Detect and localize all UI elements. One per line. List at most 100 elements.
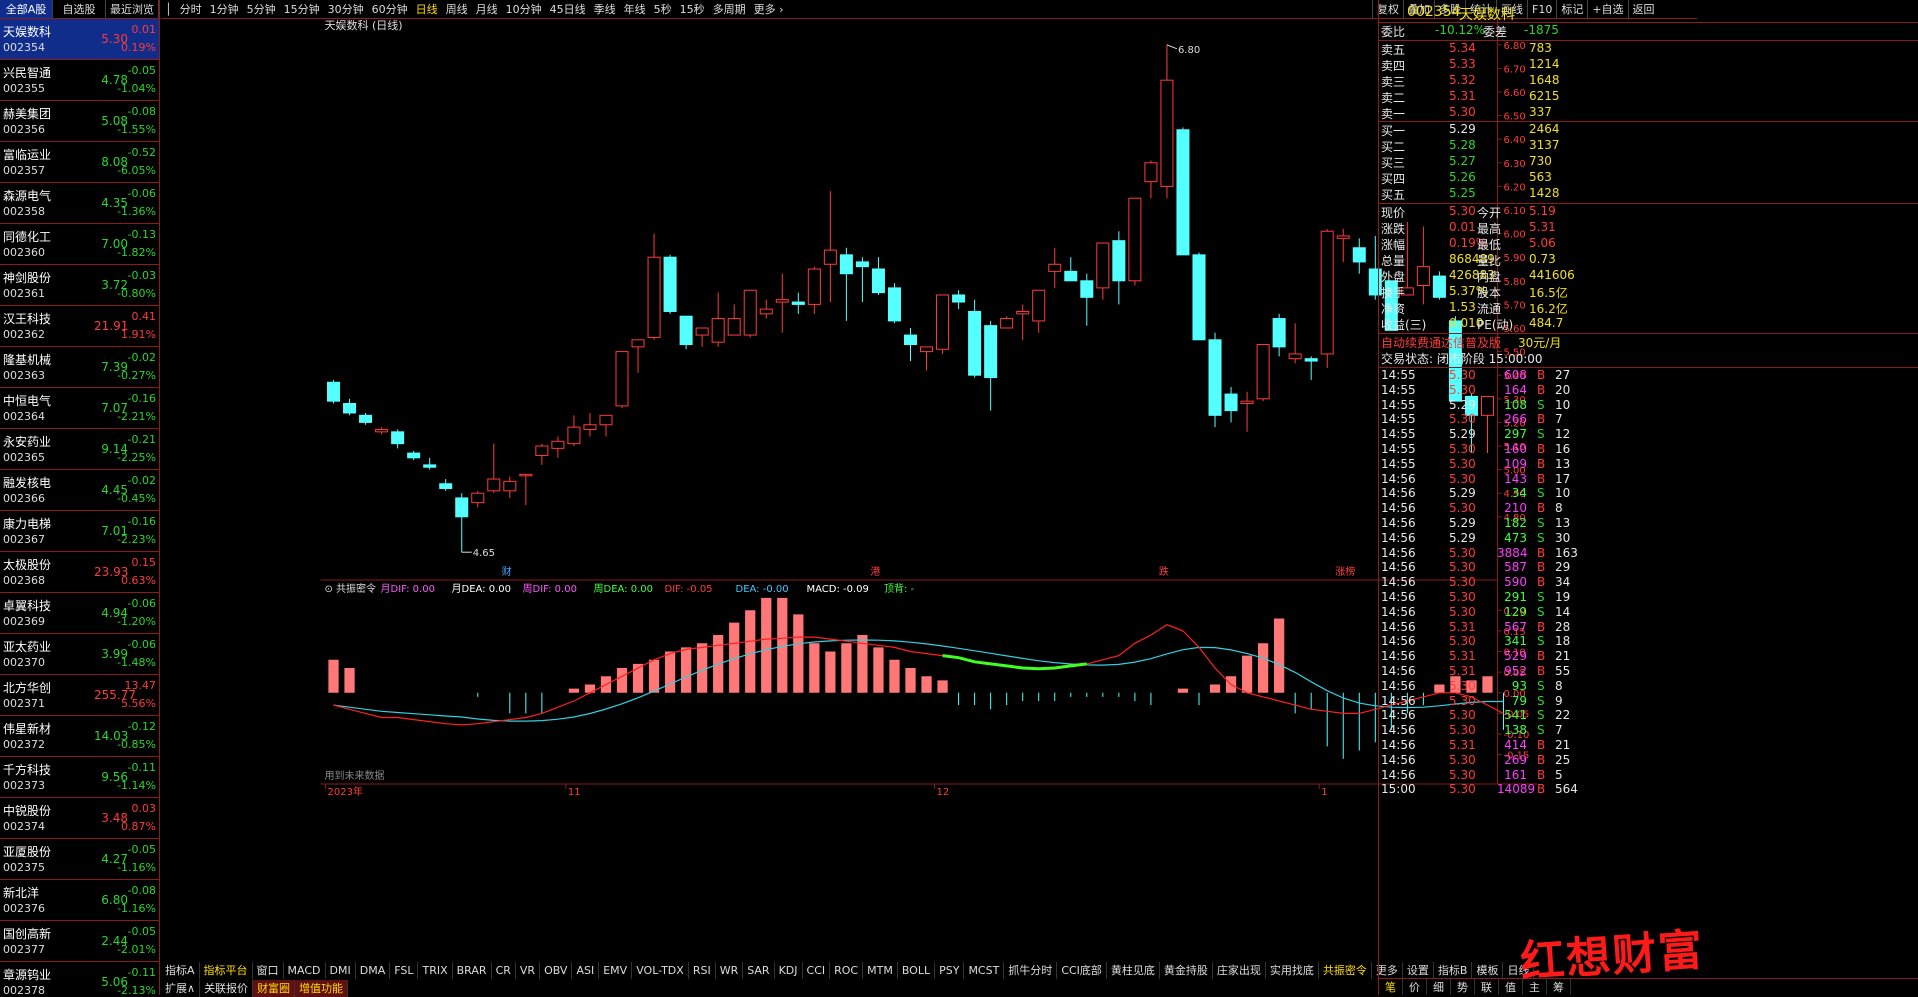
indicator-tab[interactable]: CR: [492, 962, 516, 979]
indicator-tab[interactable]: 实用找底: [1266, 962, 1319, 979]
period-tab[interactable]: 分时: [176, 1, 206, 17]
stock-row[interactable]: 兴民智通 002355 4.78 -0.05 -1.04%: [0, 60, 159, 101]
stock-row[interactable]: 天娱数科 002354 5.30 0.01 0.19%: [0, 19, 159, 60]
indicator-tab[interactable]: CCI: [803, 962, 831, 979]
candle-body: [663, 256, 677, 312]
indicator-tab[interactable]: PSY: [935, 962, 965, 979]
stock-row[interactable]: 亚厦股份 002375 4.27 -0.05 -1.16%: [0, 839, 159, 880]
stock-row[interactable]: 卓翼科技 002369 4.94 -0.06 -1.20%: [0, 593, 159, 634]
stock-row[interactable]: 亚太药业 002370 3.99 -0.06 -1.48%: [0, 634, 159, 675]
period-tab[interactable]: 更多 ›: [750, 1, 788, 17]
quote-tab[interactable]: 笔: [1379, 979, 1403, 995]
stock-row[interactable]: 新北洋 002376 6.80 -0.08 -1.16%: [0, 880, 159, 921]
bid-price: 5.25: [1449, 186, 1476, 200]
indicator-tab[interactable]: BRAR: [453, 962, 492, 979]
stock-list-tab[interactable]: 最近浏览: [106, 0, 159, 18]
period-tab[interactable]: 60分钟: [368, 1, 412, 17]
indicator-tab[interactable]: FSL: [390, 962, 419, 979]
stock-row[interactable]: 北方华创 002371 255.77 13.47 5.56%: [0, 675, 159, 716]
quote-tab[interactable]: 值: [1499, 979, 1523, 995]
period-tab[interactable]: 月线: [472, 1, 502, 17]
indicator-tab[interactable]: 指标平台: [200, 962, 253, 979]
period-tab[interactable]: 5分钟: [243, 1, 280, 17]
extension-tab[interactable]: 关联报价: [200, 980, 254, 997]
extension-tab[interactable]: 增值功能: [295, 980, 349, 997]
macd-value: 顶背: -: [884, 582, 915, 595]
quote-tab[interactable]: 价: [1403, 979, 1427, 995]
indicator-tab[interactable]: DMI: [326, 962, 356, 979]
indicator-tab[interactable]: WR: [716, 962, 744, 979]
tick-volume: 138: [1504, 723, 1527, 738]
candle-body: [775, 299, 789, 303]
indicator-tab[interactable]: SAR: [743, 962, 775, 979]
quote-tab[interactable]: 联: [1475, 979, 1499, 995]
stock-row[interactable]: 赫美集团 002356 5.08 -0.08 -1.55%: [0, 101, 159, 142]
stock-row[interactable]: 神剑股份 002361 3.72 -0.03 -0.80%: [0, 265, 159, 306]
indicator-tab[interactable]: OBV: [540, 962, 573, 979]
indicator-tab[interactable]: KDJ: [775, 962, 803, 979]
stock-row[interactable]: 汉王科技 002362 21.91 0.41 1.91%: [0, 306, 159, 347]
stock-list-tab[interactable]: 自选股: [53, 0, 106, 18]
indicator-tab[interactable]: RSI: [689, 962, 716, 979]
period-tab[interactable]: 5秒: [650, 1, 676, 17]
stock-row[interactable]: 永安药业 002365 9.14 -0.21 -2.25%: [0, 429, 159, 470]
stock-name: 隆基机械: [3, 353, 52, 367]
indicator-tab[interactable]: CCI底部: [1057, 962, 1107, 979]
period-tab[interactable]: 30分钟: [324, 1, 368, 17]
indicator-tab[interactable]: VOL-TDX: [632, 962, 689, 979]
period-tab[interactable]: 日线: [412, 1, 442, 17]
period-tab[interactable]: 45日线: [546, 1, 590, 17]
indicator-tab[interactable]: ROC: [830, 962, 864, 979]
stock-row[interactable]: 康力电梯 002367 7.01 -0.16 -2.23%: [0, 511, 159, 552]
stock-row[interactable]: 融发核电 002366 4.45 -0.02 -0.45%: [0, 470, 159, 511]
indicator-tab[interactable]: MTM: [863, 962, 898, 979]
stock-row[interactable]: 中恒电气 002364 7.07 -0.16 -2.21%: [0, 388, 159, 429]
stock-row[interactable]: 国创高新 002377 2.44 -0.05 -2.01%: [0, 921, 159, 962]
stock-code: 002361: [3, 287, 45, 300]
indicator-tab[interactable]: 窗口: [253, 962, 284, 979]
period-tab[interactable]: 周线: [442, 1, 472, 17]
period-tab[interactable]: 15秒: [676, 1, 709, 17]
macd-bar: [616, 668, 628, 693]
indicator-tab[interactable]: EMV: [599, 962, 633, 979]
indicator-tab[interactable]: 黄金持股: [1160, 962, 1213, 979]
period-tab[interactable]: 1分钟: [206, 1, 243, 17]
stock-row[interactable]: 伟星新材 002372 14.03 -0.12 -0.85%: [0, 716, 159, 757]
stock-list-tab[interactable]: 全部A股: [0, 0, 53, 18]
period-tab[interactable]: 多周期: [709, 1, 750, 17]
indicator-tab[interactable]: TRIX: [418, 962, 453, 979]
extension-tab[interactable]: 扩展∧: [161, 980, 201, 997]
indicator-tab[interactable]: 庄家出现: [1213, 962, 1266, 979]
indicator-tab[interactable]: 指标A: [161, 962, 200, 979]
stock-row[interactable]: 隆基机械 002363 7.39 -0.02 -0.27%: [0, 347, 159, 388]
tick-count: 21: [1555, 649, 1571, 664]
extension-tab[interactable]: 财富圈: [253, 980, 296, 997]
tick-count: 8: [1555, 501, 1563, 516]
period-tab[interactable]: 季线: [590, 1, 620, 17]
stock-row[interactable]: 章源钨业 002378 5.06 -0.11 -2.13%: [0, 962, 159, 995]
stock-row[interactable]: 森源电气 002358 4.35 -0.06 -1.36%: [0, 183, 159, 224]
tick-volume: 143: [1504, 471, 1527, 486]
indicator-tab[interactable]: ASI: [572, 962, 600, 979]
stock-row[interactable]: 同德化工 002360 7.00 -0.13 -1.82%: [0, 224, 159, 265]
indicator-tab[interactable]: 黄柱见底: [1107, 962, 1160, 979]
indicator-tab[interactable]: DMA: [356, 962, 391, 979]
period-tab[interactable]: 年线: [620, 1, 650, 17]
quote-tab[interactable]: 势: [1451, 979, 1475, 995]
indicator-tab[interactable]: MCST: [964, 962, 1005, 979]
stock-row[interactable]: 千方科技 002373 9.56 -0.11 -1.14%: [0, 757, 159, 798]
macd-value: 月DIF: 0.00: [381, 583, 435, 595]
indicator-tab[interactable]: MACD: [284, 962, 326, 979]
tick-count: 27: [1555, 368, 1571, 382]
stock-row[interactable]: 中锐股份 002374 3.48 0.03 0.87%: [0, 798, 159, 839]
period-tab[interactable]: 10分钟: [502, 1, 546, 17]
quote-tab[interactable]: 细: [1427, 979, 1451, 995]
tick-price: 5.30: [1449, 604, 1476, 619]
indicator-tab[interactable]: 共振密令: [1319, 962, 1372, 979]
indicator-tab[interactable]: BOLL: [898, 962, 936, 979]
period-tab[interactable]: 15分钟: [280, 1, 324, 17]
stock-row[interactable]: 太极股份 002368 23.93 0.15 0.63%: [0, 552, 159, 593]
stock-row[interactable]: 富临运业 002357 8.08 -0.52 -6.05%: [0, 142, 159, 183]
indicator-tab[interactable]: VR: [516, 962, 541, 979]
indicator-tab[interactable]: 抓牛分时: [1004, 962, 1058, 979]
